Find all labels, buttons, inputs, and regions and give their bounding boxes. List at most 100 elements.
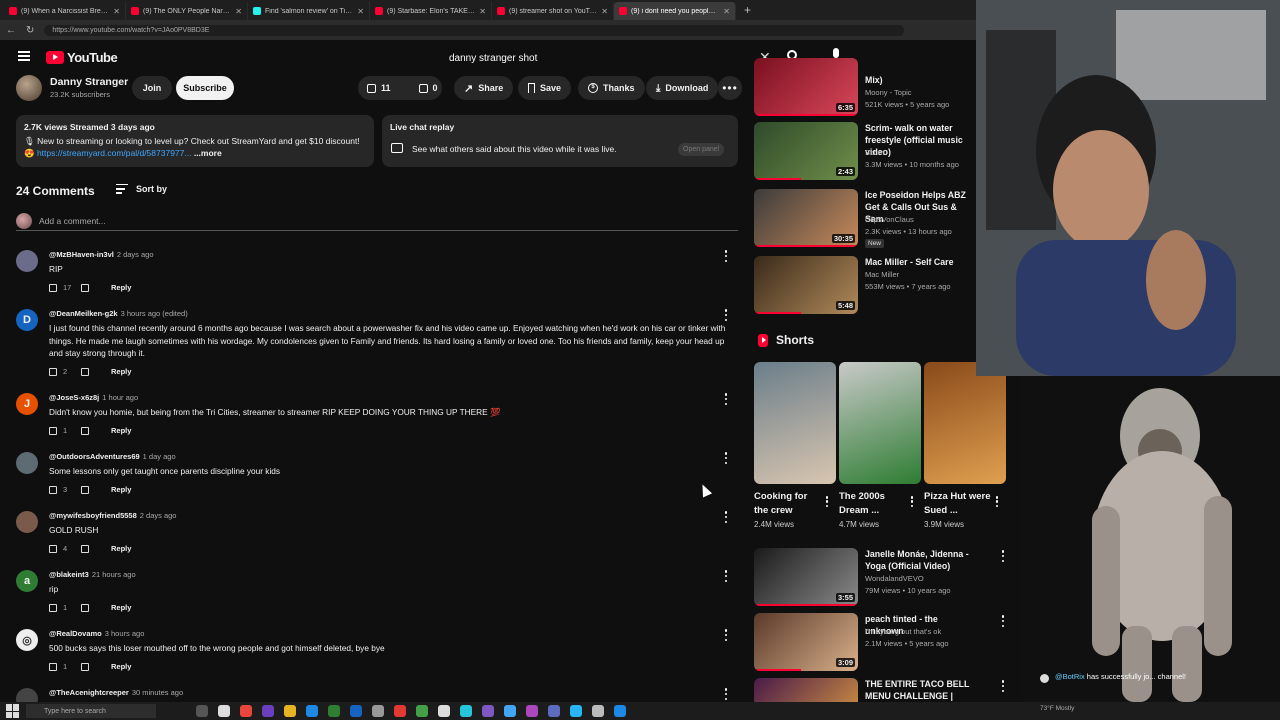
browser-tab[interactable]: (9) The ONLY People Narcissists S...✕ xyxy=(126,2,248,20)
app-icon[interactable] xyxy=(394,705,406,717)
video-thumbnail[interactable]: 6:35 xyxy=(754,58,858,116)
commenter-handle[interactable]: @OutdoorsAdventures69 xyxy=(49,452,140,461)
short-thumbnail[interactable] xyxy=(839,362,921,484)
thumbs-down-icon[interactable] xyxy=(81,283,89,292)
reply-button[interactable]: Reply xyxy=(111,283,131,292)
commenter-handle[interactable]: @MzBHaven-in3vl xyxy=(49,250,114,259)
new-tab-icon[interactable]: + xyxy=(744,3,751,17)
short-title[interactable]: Pizza Hut were Sued ... xyxy=(924,490,994,518)
app-icon[interactable] xyxy=(460,705,472,717)
app-icon[interactable] xyxy=(218,705,230,717)
commenter-avatar[interactable]: ◎ xyxy=(16,629,38,651)
back-arrow-icon[interactable]: ← xyxy=(6,25,16,36)
steam-icon[interactable] xyxy=(614,705,626,717)
channel-name[interactable]: Danny Stranger xyxy=(50,76,128,88)
video-title[interactable]: Janelle Monáe, Jidenna - Yoga (Official … xyxy=(865,548,975,572)
reply-button[interactable]: Reply xyxy=(111,426,131,435)
commenter-avatar[interactable] xyxy=(16,511,38,533)
app-icon[interactable] xyxy=(306,705,318,717)
browser-tab[interactable]: (9) When a Narcissist Breaks the ...✕ xyxy=(4,2,126,20)
video-title[interactable]: Mac Miller - Self Care xyxy=(865,256,975,268)
comment-time[interactable]: 21 hours ago xyxy=(92,570,136,579)
discord-icon[interactable] xyxy=(548,705,560,717)
video-channel[interactable]: ClipsVonClaus xyxy=(865,215,914,224)
video-channel[interactable]: Mac Miller xyxy=(865,270,899,279)
comment-time[interactable]: 2 days ago xyxy=(140,511,177,520)
comment-more-icon[interactable] xyxy=(722,570,730,582)
reply-button[interactable]: Reply xyxy=(111,367,131,376)
browser-tab-active[interactable]: (9) i dont need you people here, u...✕ xyxy=(614,2,736,20)
video-channel[interactable]: Scrim xyxy=(865,148,884,157)
thumbs-up-icon[interactable] xyxy=(49,544,57,553)
thumbs-down-icon[interactable] xyxy=(81,485,89,494)
thumbs-down-icon[interactable] xyxy=(81,662,89,671)
video-thumbnail[interactable]: 2:43 xyxy=(754,122,858,180)
sort-by-button[interactable]: Sort by xyxy=(136,184,167,194)
task-view-icon[interactable] xyxy=(196,705,208,717)
short-more-icon[interactable] xyxy=(824,496,830,507)
commenter-avatar[interactable] xyxy=(16,250,38,272)
commenter-handle[interactable]: @mywifesboyfriend5558 xyxy=(49,511,137,520)
close-tab-icon[interactable]: ✕ xyxy=(479,7,486,16)
video-thumbnail[interactable]: 5:48 xyxy=(754,256,858,314)
short-title[interactable]: The 2000s Dream ... xyxy=(839,490,909,518)
open-panel-button[interactable]: Open panel xyxy=(678,143,725,156)
sort-icon[interactable] xyxy=(116,184,128,194)
video-thumbnail[interactable]: 3:09 xyxy=(754,613,858,671)
close-tab-icon[interactable]: ✕ xyxy=(235,7,242,16)
video-more-icon[interactable] xyxy=(999,680,1007,692)
app-icon[interactable] xyxy=(482,705,494,717)
comment-more-icon[interactable] xyxy=(722,688,730,700)
obs-icon[interactable] xyxy=(592,705,604,717)
app-icon[interactable] xyxy=(570,705,582,717)
description-link[interactable]: https://streamyard.com/pal/d/58737977... xyxy=(37,148,192,158)
video-thumbnail[interactable]: 3:55 xyxy=(754,548,858,606)
show-more-link[interactable]: ...more xyxy=(191,148,222,158)
close-tab-icon[interactable]: ✕ xyxy=(357,7,364,16)
app-icon[interactable] xyxy=(416,705,428,717)
short-item[interactable]: The 2000s Dream ... 4.7M views xyxy=(839,362,923,529)
youtube-logo[interactable]: YouTube xyxy=(46,50,118,65)
app-icon[interactable] xyxy=(504,705,516,717)
app-icon[interactable] xyxy=(262,705,274,717)
reload-icon[interactable]: ↻ xyxy=(26,25,34,36)
comment-more-icon[interactable] xyxy=(722,511,730,523)
thanks-button[interactable]: $ Thanks xyxy=(578,76,645,100)
chrome-icon[interactable] xyxy=(240,705,252,717)
video-more-icon[interactable] xyxy=(999,615,1007,627)
browser-tab[interactable]: (9) streamer shot on YouTube live...✕ xyxy=(492,2,614,20)
thumbs-up-icon[interactable] xyxy=(49,367,57,376)
short-item[interactable]: Pizza Hut were Sued ... 3.9M views xyxy=(924,362,1008,529)
comment-more-icon[interactable] xyxy=(722,250,730,262)
video-thumbnail[interactable]: 30:35 xyxy=(754,189,858,247)
thumbs-up-icon[interactable] xyxy=(49,485,57,494)
thumbs-up-icon[interactable] xyxy=(49,283,57,292)
search-input[interactable] xyxy=(437,52,737,64)
comment-time[interactable]: 30 minutes ago xyxy=(132,688,183,697)
reply-button[interactable]: Reply xyxy=(111,603,131,612)
close-tab-icon[interactable]: ✕ xyxy=(723,7,730,16)
app-icon[interactable] xyxy=(526,705,538,717)
thumbs-down-icon[interactable] xyxy=(81,367,89,376)
file-explorer-icon[interactable] xyxy=(284,705,296,717)
commenter-handle[interactable]: @RealDovamo xyxy=(49,629,102,638)
video-channel[interactable]: Moony - Topic xyxy=(865,88,912,97)
share-button[interactable]: ↗ Share xyxy=(454,76,514,100)
short-item[interactable]: Cooking for the crew 2.4M views xyxy=(754,362,838,529)
comment-time[interactable]: 1 hour ago xyxy=(102,393,138,402)
short-more-icon[interactable] xyxy=(994,496,1000,507)
comment-more-icon[interactable] xyxy=(722,393,730,405)
commenter-avatar[interactable]: D xyxy=(16,309,38,331)
app-icon[interactable] xyxy=(438,705,450,717)
comment-more-icon[interactable] xyxy=(722,452,730,464)
comment-time[interactable]: 2 days ago xyxy=(117,250,154,259)
browser-tab[interactable]: (9) Starbase: Elon's TAKEOVER of ...✕ xyxy=(370,2,492,20)
description-box[interactable]: 2.7K views Streamed 3 days ago 🎙 New to … xyxy=(16,115,374,167)
browser-tab[interactable]: Find 'salmon review' on TikTok | T...✕ xyxy=(248,2,370,20)
video-title[interactable]: Mix) xyxy=(865,74,975,86)
thumbs-down-icon[interactable] xyxy=(81,603,89,612)
add-comment-field[interactable]: Add a comment... xyxy=(16,213,738,231)
short-more-icon[interactable] xyxy=(909,496,915,507)
thumbs-down-icon[interactable] xyxy=(81,544,89,553)
close-tab-icon[interactable]: ✕ xyxy=(601,7,608,16)
